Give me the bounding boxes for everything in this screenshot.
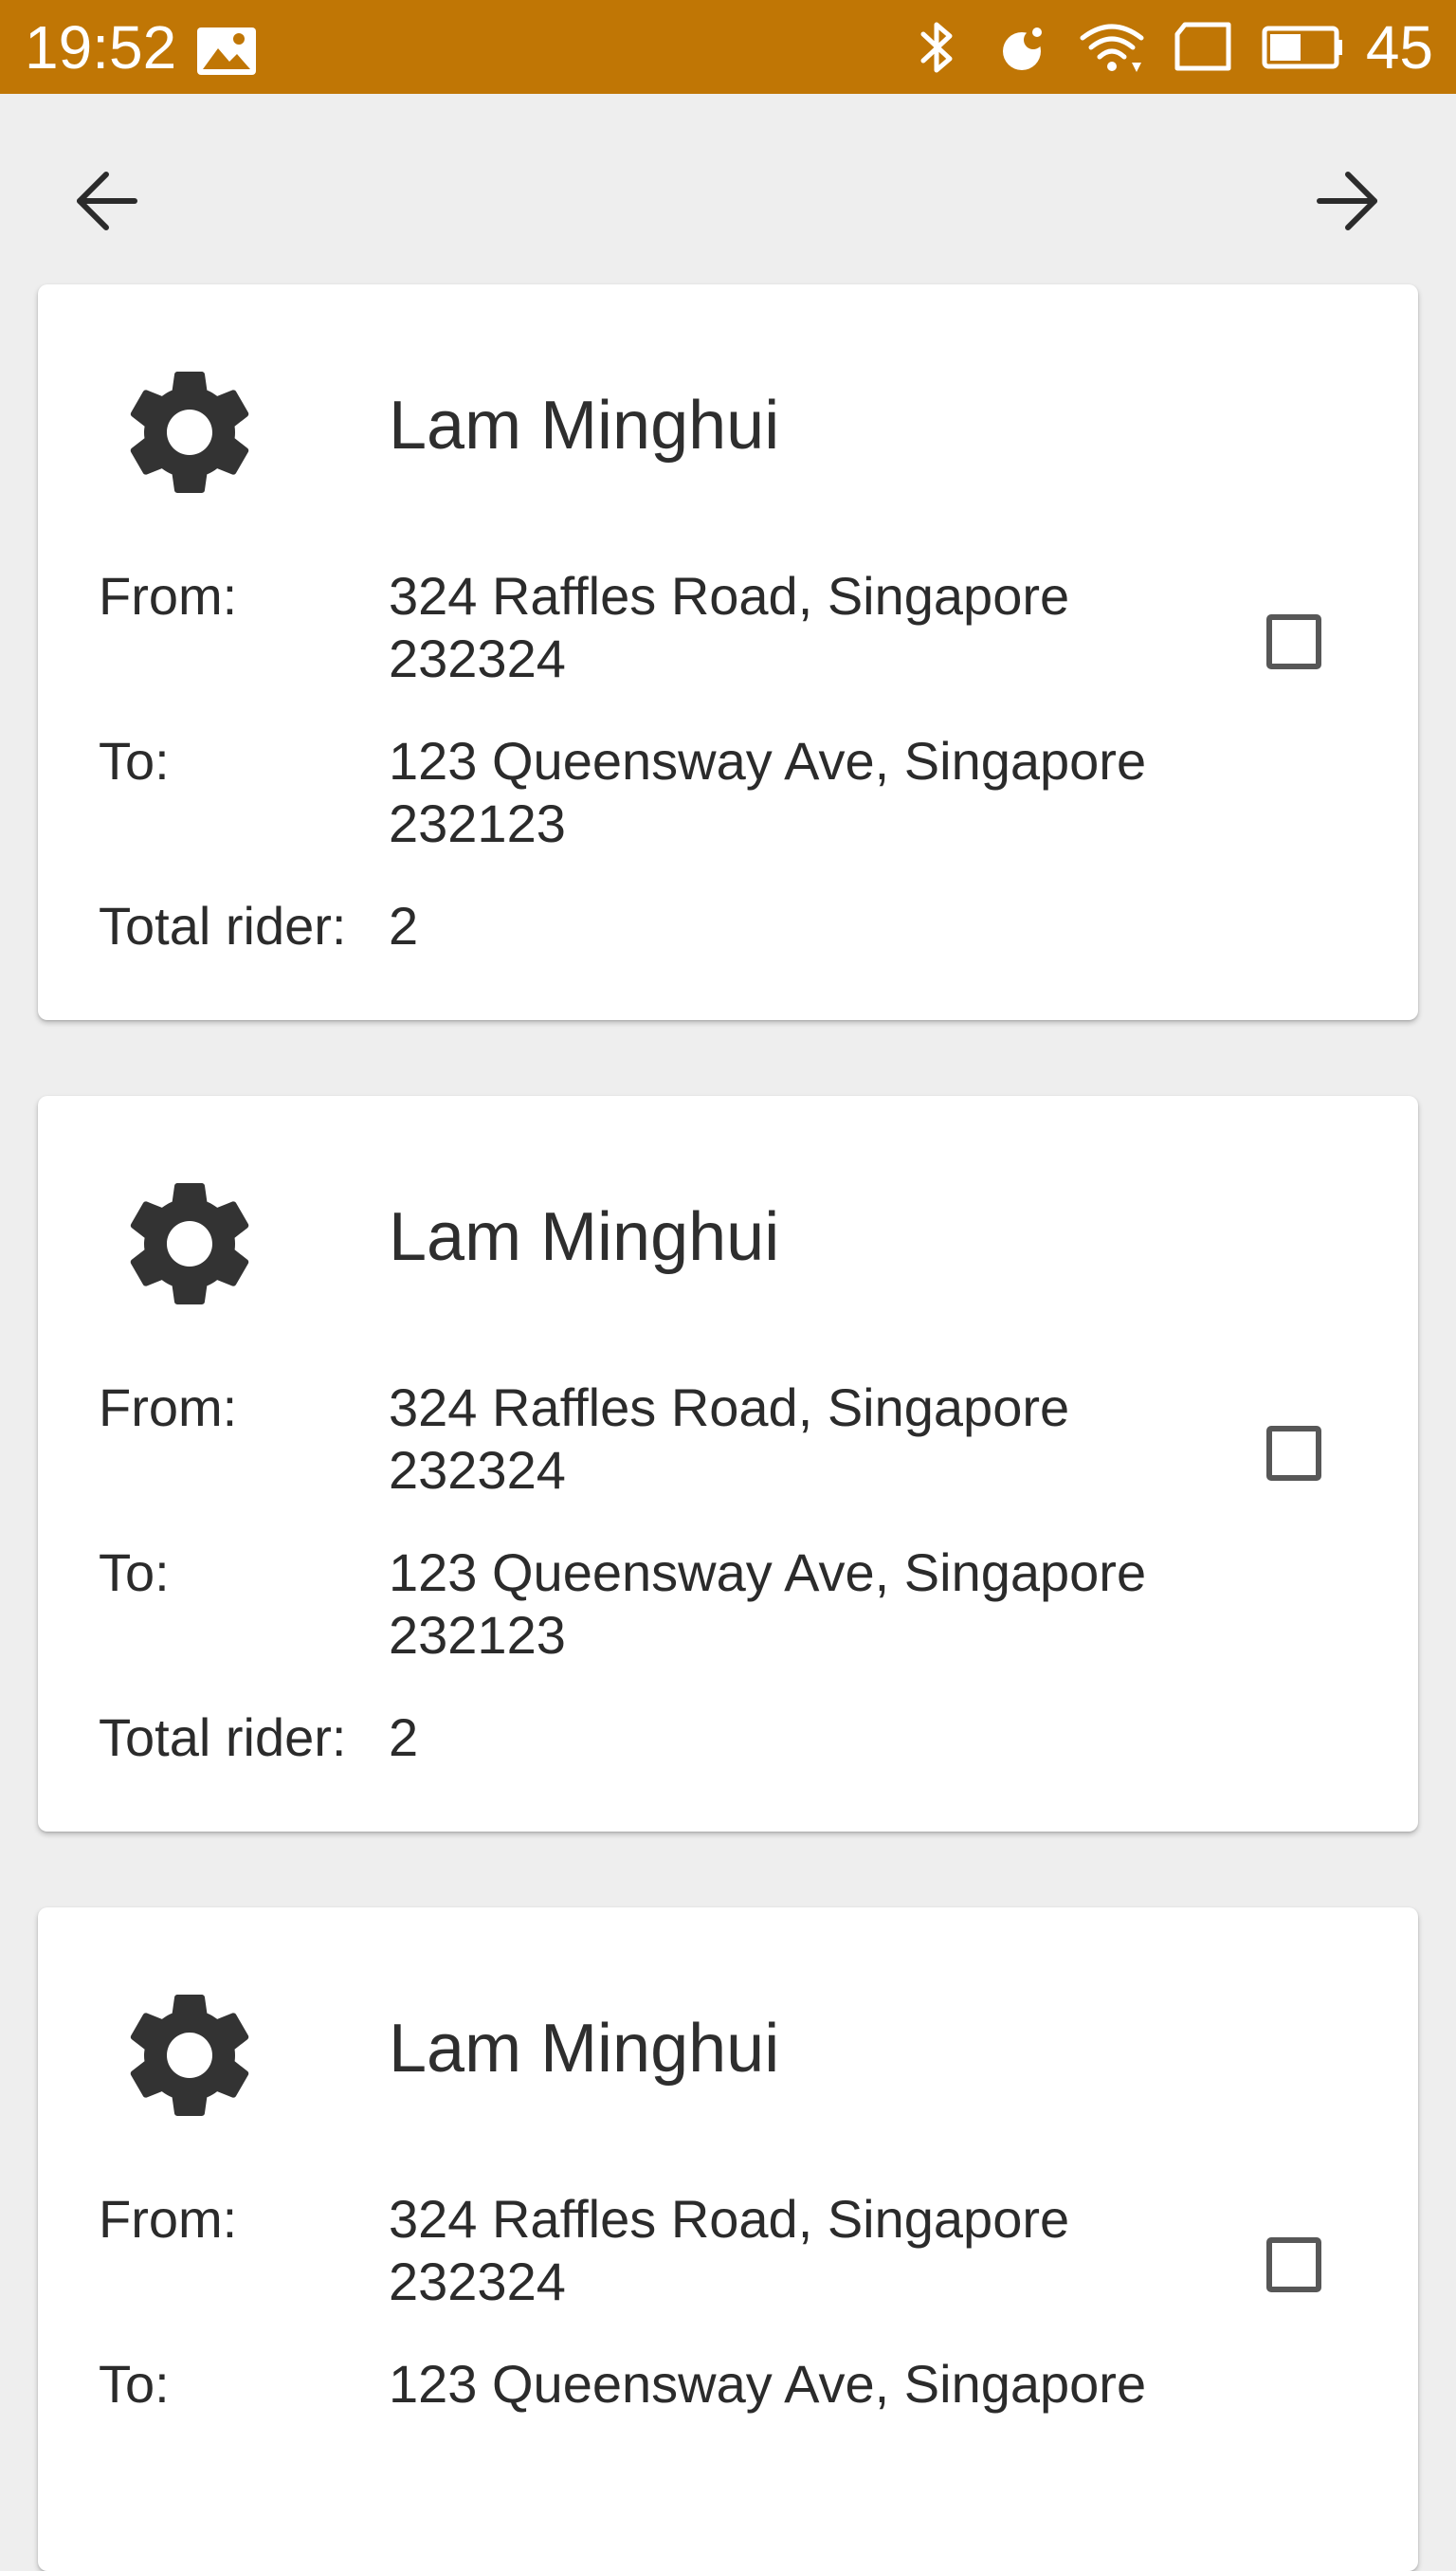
status-time: 19:52: [25, 13, 177, 82]
to-address: 123 Queensway Ave, Singapore: [389, 2353, 1223, 2416]
total-rider-value: 2: [389, 896, 419, 956]
ride-card[interactable]: Lam Minghui From: 324 Raffles Road, Sing…: [38, 1096, 1418, 1832]
battery-icon: [1262, 26, 1342, 69]
from-address-postcode: 232324: [389, 1440, 566, 1500]
battery-percentage: 45: [1365, 13, 1433, 82]
select-ride-checkbox[interactable]: [1266, 614, 1321, 669]
from-address-postcode: 232324: [389, 629, 566, 688]
bluetooth-icon: [920, 22, 953, 73]
data-saver-icon: [1003, 27, 1043, 70]
from-address-line: 324 Raffles Road, Singapore: [389, 566, 1070, 626]
ride-card[interactable]: Lam Minghui From: 324 Raffles Road, Sing…: [38, 1907, 1418, 2571]
arrow-left-icon: [77, 172, 137, 230]
to-label: To:: [99, 731, 170, 791]
to-label: To:: [99, 2354, 170, 2414]
gear-icon: [130, 1995, 249, 2116]
rider-name: Lam Minghui: [389, 388, 780, 464]
gear-icon: [130, 1183, 249, 1304]
to-address-line: 123 Queensway Ave, Singapore: [389, 731, 1147, 791]
gear-icon: [130, 372, 249, 493]
total-rider-label: Total rider:: [99, 1707, 347, 1767]
rider-name: Lam Minghui: [389, 1199, 780, 1275]
from-address: 324 Raffles Road, Singapore 232324: [389, 1377, 1223, 1502]
from-address: 324 Raffles Road, Singapore 232324: [389, 565, 1223, 690]
image-icon: [197, 27, 256, 75]
from-address-postcode: 232324: [389, 2252, 566, 2311]
wifi-icon: [1080, 24, 1144, 72]
to-label: To:: [99, 1542, 170, 1602]
total-rider-label: Total rider:: [99, 896, 347, 956]
to-address: 123 Queensway Ave, Singapore 232123: [389, 730, 1223, 855]
from-label: From:: [99, 566, 238, 626]
status-bar: 19:52 45: [0, 0, 1456, 94]
to-address: 123 Queensway Ave, Singapore 232123: [389, 1541, 1223, 1667]
select-ride-checkbox[interactable]: [1266, 1426, 1321, 1481]
to-address-postcode: 232123: [389, 1605, 566, 1665]
to-address-line: 123 Queensway Ave, Singapore: [389, 2354, 1147, 2414]
rider-name: Lam Minghui: [389, 2011, 780, 2087]
ride-card[interactable]: Lam Minghui From: 324 Raffles Road, Sing…: [38, 284, 1418, 1020]
arrow-right-icon: [1317, 172, 1377, 230]
from-address-line: 324 Raffles Road, Singapore: [389, 1377, 1070, 1437]
select-ride-checkbox[interactable]: [1266, 2237, 1321, 2292]
from-address-line: 324 Raffles Road, Singapore: [389, 2189, 1070, 2249]
from-address: 324 Raffles Road, Singapore 232324: [389, 2188, 1223, 2313]
back-button[interactable]: [66, 161, 146, 241]
total-rider-value: 2: [389, 1707, 419, 1767]
from-label: From:: [99, 2189, 238, 2249]
to-address-line: 123 Queensway Ave, Singapore: [389, 1542, 1147, 1602]
to-address-postcode: 232123: [389, 793, 566, 853]
forward-button[interactable]: [1308, 161, 1388, 241]
sim-card-icon: [1174, 22, 1231, 71]
from-label: From:: [99, 1377, 238, 1437]
